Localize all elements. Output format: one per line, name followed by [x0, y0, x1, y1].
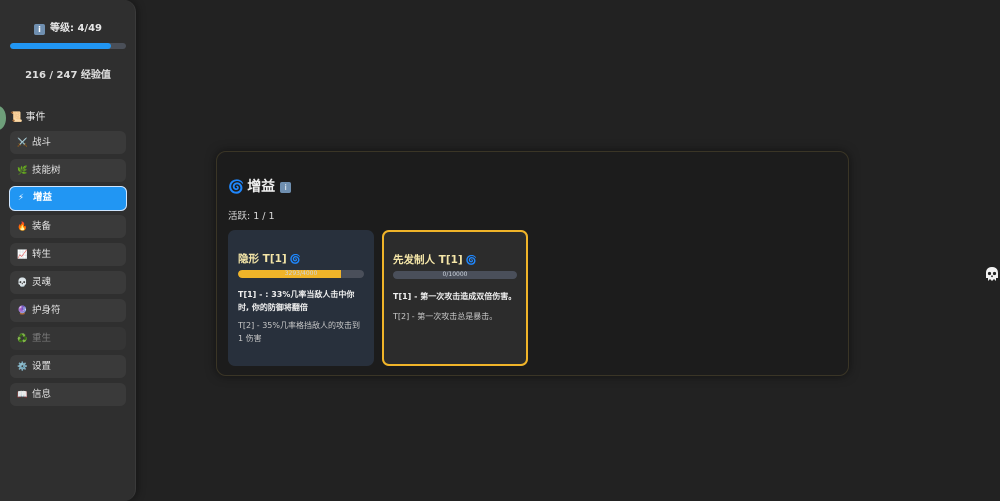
- fire-icon: 🔥: [17, 222, 28, 232]
- status-indicator: [0, 106, 6, 130]
- sidebar-item-equipment[interactable]: 🔥 装备: [10, 215, 126, 238]
- buff-card-stealth[interactable]: 隐形 T[1] 🌀 3293/4000 T[1] - : 33%几率当敌人击中你时…: [228, 230, 374, 366]
- spiral-icon: 🌀: [228, 180, 245, 195]
- sidebar-item-reborn[interactable]: ♻️ 重生: [10, 327, 126, 350]
- xp-progress-bar: [10, 43, 126, 49]
- sidebar-item-label: 信息: [32, 389, 52, 400]
- sidebar-item-amulet[interactable]: 🔮 护身符: [10, 299, 126, 322]
- buff-tier2-text: T[2] - 第一次攻击总是暴击。: [393, 312, 498, 321]
- leaf-icon: 🌿: [17, 166, 28, 176]
- buff-card-title: 隐形 T[1] 🌀: [238, 251, 364, 266]
- sidebar-item-skill-tree[interactable]: 🌿 技能树: [10, 159, 126, 182]
- sidebar-item-label: 技能树: [32, 165, 61, 176]
- events-label: 事件: [25, 112, 46, 123]
- chart-icon: 📈: [17, 250, 28, 260]
- sidebar-item-info[interactable]: 📖 信息: [10, 383, 126, 406]
- sidebar-item-label: 战斗: [32, 137, 52, 148]
- level-display: i 等级: 4/49: [0, 19, 136, 35]
- buff-card-preemptive[interactable]: 先发制人 T[1] 🌀 0/10000 T[1] - 第一次攻击造成双倍伤害。 T…: [382, 230, 528, 366]
- sidebar-item-settings[interactable]: ⚙️ 设置: [10, 355, 126, 378]
- buff-progress-bar: 0/10000: [393, 271, 517, 279]
- buff-card-title-text: 隐形 T[1]: [238, 253, 287, 265]
- level-text: 等级: 4/49: [49, 23, 102, 34]
- events-section-title[interactable]: 📜 事件: [10, 108, 45, 123]
- sidebar-item-battle[interactable]: ⚔️ 战斗: [10, 131, 126, 154]
- panel-title: 🌀 增益 i: [228, 176, 292, 196]
- skull-icon: 💀: [17, 278, 28, 288]
- sidebar-item-label: 装备: [32, 221, 52, 232]
- sidebar-item-rebirth[interactable]: 📈 转生: [10, 243, 126, 266]
- panel-title-text: 增益: [247, 179, 276, 195]
- buff-card-title: 先发制人 T[1] 🌀: [393, 252, 517, 267]
- skull-ghost-icon[interactable]: [984, 266, 1000, 282]
- buff-progress-bar: 3293/4000: [238, 270, 364, 278]
- info-icon: i: [33, 24, 45, 35]
- xp-progress-fill: [10, 43, 111, 49]
- buff-card-title-text: 先发制人 T[1]: [393, 254, 463, 266]
- book-icon: 📖: [17, 390, 28, 400]
- info-icon[interactable]: i: [280, 182, 292, 193]
- sidebar-item-label: 重生: [32, 333, 52, 344]
- scroll-icon: 📜: [10, 112, 23, 123]
- buff-progress-text: 3293/4000: [284, 270, 318, 277]
- recycle-icon: ♻️: [17, 334, 28, 344]
- swords-icon: ⚔️: [17, 138, 28, 148]
- spiral-icon: 🌀: [465, 256, 477, 266]
- sidebar-item-label: 护身符: [32, 305, 61, 316]
- sidebar-item-buffs[interactable]: ⚡ 增益: [9, 186, 127, 211]
- buffs-panel: 🌀 增益 i 活跃: 1 / 1 隐形 T[1] 🌀 3293/4000 T[1] -…: [216, 151, 849, 376]
- sidebar-item-soul[interactable]: 💀 灵魂: [10, 271, 126, 294]
- sidebar-item-label: 增益: [33, 192, 53, 203]
- sidebar-item-label: 灵魂: [32, 277, 52, 288]
- buff-progress-text: 0/10000: [442, 271, 468, 278]
- gear-icon: ⚙️: [17, 362, 28, 372]
- spiral-icon: 🌀: [289, 255, 301, 265]
- xp-text: 216 / 247 经验值: [25, 70, 111, 81]
- lightning-icon: ⚡: [18, 193, 24, 203]
- sidebar-item-label: 转生: [32, 249, 52, 260]
- buff-tier2-text: T[2] - 35%几率格挡敌人的攻击到1 伤害: [238, 321, 360, 343]
- sidebar: i 等级: 4/49 216 / 247 经验值 📜 事件 ⚔️ 战斗 🌿 技能树 ⚡ 增…: [0, 0, 136, 501]
- sidebar-item-label: 设置: [32, 361, 52, 372]
- active-count: 活跃: 1 / 1: [228, 211, 275, 222]
- buff-tier1-text: T[1] - : 33%几率当敌人击中你时, 你的防御将翻倍: [238, 290, 355, 312]
- crystal-ball-icon: 🔮: [17, 306, 28, 316]
- buff-tier1-text: T[1] - 第一次攻击造成双倍伤害。: [393, 292, 517, 301]
